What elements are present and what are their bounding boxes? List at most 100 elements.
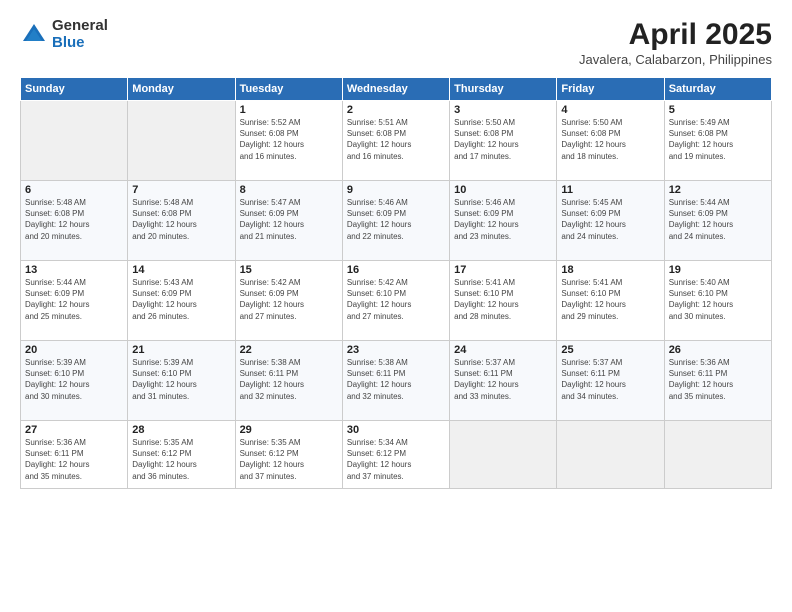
table-cell: 23Sunrise: 5:38 AM Sunset: 6:11 PM Dayli… [342,341,449,421]
day-number: 21 [132,344,230,356]
title-block: April 2025 Javalera, Calabarzon, Philipp… [579,18,772,67]
header: General Blue April 2025 Javalera, Calaba… [20,18,772,67]
calendar-header-row: Sunday Monday Tuesday Wednesday Thursday… [21,78,772,101]
table-cell: 10Sunrise: 5:46 AM Sunset: 6:09 PM Dayli… [450,181,557,261]
day-number: 12 [669,184,767,196]
logo-general: General [52,18,108,35]
table-cell: 24Sunrise: 5:37 AM Sunset: 6:11 PM Dayli… [450,341,557,421]
col-monday: Monday [128,78,235,101]
day-number: 27 [25,424,123,436]
table-cell: 7Sunrise: 5:48 AM Sunset: 6:08 PM Daylig… [128,181,235,261]
table-cell: 6Sunrise: 5:48 AM Sunset: 6:08 PM Daylig… [21,181,128,261]
table-cell: 25Sunrise: 5:37 AM Sunset: 6:11 PM Dayli… [557,341,664,421]
table-cell: 5Sunrise: 5:49 AM Sunset: 6:08 PM Daylig… [664,101,771,181]
day-info: Sunrise: 5:35 AM Sunset: 6:12 PM Dayligh… [132,437,230,482]
day-info: Sunrise: 5:41 AM Sunset: 6:10 PM Dayligh… [454,277,552,322]
day-info: Sunrise: 5:45 AM Sunset: 6:09 PM Dayligh… [561,197,659,242]
table-cell: 29Sunrise: 5:35 AM Sunset: 6:12 PM Dayli… [235,421,342,489]
col-sunday: Sunday [21,78,128,101]
day-number: 1 [240,104,338,116]
table-cell [128,101,235,181]
table-cell: 15Sunrise: 5:42 AM Sunset: 6:09 PM Dayli… [235,261,342,341]
day-info: Sunrise: 5:34 AM Sunset: 6:12 PM Dayligh… [347,437,445,482]
table-cell [664,421,771,489]
day-info: Sunrise: 5:37 AM Sunset: 6:11 PM Dayligh… [561,357,659,402]
table-cell [557,421,664,489]
table-cell: 9Sunrise: 5:46 AM Sunset: 6:09 PM Daylig… [342,181,449,261]
day-info: Sunrise: 5:46 AM Sunset: 6:09 PM Dayligh… [347,197,445,242]
day-number: 8 [240,184,338,196]
day-number: 14 [132,264,230,276]
day-info: Sunrise: 5:39 AM Sunset: 6:10 PM Dayligh… [25,357,123,402]
day-number: 22 [240,344,338,356]
day-number: 16 [347,264,445,276]
table-cell: 8Sunrise: 5:47 AM Sunset: 6:09 PM Daylig… [235,181,342,261]
day-info: Sunrise: 5:36 AM Sunset: 6:11 PM Dayligh… [669,357,767,402]
day-info: Sunrise: 5:42 AM Sunset: 6:09 PM Dayligh… [240,277,338,322]
day-info: Sunrise: 5:48 AM Sunset: 6:08 PM Dayligh… [132,197,230,242]
day-info: Sunrise: 5:37 AM Sunset: 6:11 PM Dayligh… [454,357,552,402]
day-number: 4 [561,104,659,116]
day-number: 30 [347,424,445,436]
day-number: 19 [669,264,767,276]
day-number: 6 [25,184,123,196]
day-number: 20 [25,344,123,356]
day-number: 11 [561,184,659,196]
table-cell: 12Sunrise: 5:44 AM Sunset: 6:09 PM Dayli… [664,181,771,261]
table-cell: 21Sunrise: 5:39 AM Sunset: 6:10 PM Dayli… [128,341,235,421]
day-info: Sunrise: 5:44 AM Sunset: 6:09 PM Dayligh… [669,197,767,242]
location: Javalera, Calabarzon, Philippines [579,52,772,67]
table-cell: 1Sunrise: 5:52 AM Sunset: 6:08 PM Daylig… [235,101,342,181]
day-info: Sunrise: 5:38 AM Sunset: 6:11 PM Dayligh… [240,357,338,402]
day-info: Sunrise: 5:43 AM Sunset: 6:09 PM Dayligh… [132,277,230,322]
table-cell [21,101,128,181]
day-number: 28 [132,424,230,436]
table-cell: 26Sunrise: 5:36 AM Sunset: 6:11 PM Dayli… [664,341,771,421]
table-cell: 19Sunrise: 5:40 AM Sunset: 6:10 PM Dayli… [664,261,771,341]
day-info: Sunrise: 5:49 AM Sunset: 6:08 PM Dayligh… [669,117,767,162]
table-cell: 3Sunrise: 5:50 AM Sunset: 6:08 PM Daylig… [450,101,557,181]
table-cell [450,421,557,489]
day-info: Sunrise: 5:38 AM Sunset: 6:11 PM Dayligh… [347,357,445,402]
table-cell: 22Sunrise: 5:38 AM Sunset: 6:11 PM Dayli… [235,341,342,421]
page: General Blue April 2025 Javalera, Calaba… [0,0,792,612]
col-thursday: Thursday [450,78,557,101]
logo-blue: Blue [52,35,108,52]
table-cell: 11Sunrise: 5:45 AM Sunset: 6:09 PM Dayli… [557,181,664,261]
table-cell: 13Sunrise: 5:44 AM Sunset: 6:09 PM Dayli… [21,261,128,341]
day-number: 29 [240,424,338,436]
table-cell: 20Sunrise: 5:39 AM Sunset: 6:10 PM Dayli… [21,341,128,421]
day-info: Sunrise: 5:39 AM Sunset: 6:10 PM Dayligh… [132,357,230,402]
col-saturday: Saturday [664,78,771,101]
day-number: 10 [454,184,552,196]
day-number: 26 [669,344,767,356]
table-cell: 30Sunrise: 5:34 AM Sunset: 6:12 PM Dayli… [342,421,449,489]
day-info: Sunrise: 5:47 AM Sunset: 6:09 PM Dayligh… [240,197,338,242]
table-cell: 27Sunrise: 5:36 AM Sunset: 6:11 PM Dayli… [21,421,128,489]
calendar: Sunday Monday Tuesday Wednesday Thursday… [20,77,772,489]
logo-text: General Blue [52,18,108,51]
day-number: 3 [454,104,552,116]
day-number: 7 [132,184,230,196]
day-info: Sunrise: 5:36 AM Sunset: 6:11 PM Dayligh… [25,437,123,482]
day-number: 25 [561,344,659,356]
table-cell: 4Sunrise: 5:50 AM Sunset: 6:08 PM Daylig… [557,101,664,181]
day-info: Sunrise: 5:50 AM Sunset: 6:08 PM Dayligh… [561,117,659,162]
day-info: Sunrise: 5:48 AM Sunset: 6:08 PM Dayligh… [25,197,123,242]
day-info: Sunrise: 5:44 AM Sunset: 6:09 PM Dayligh… [25,277,123,322]
table-cell: 2Sunrise: 5:51 AM Sunset: 6:08 PM Daylig… [342,101,449,181]
table-cell: 18Sunrise: 5:41 AM Sunset: 6:10 PM Dayli… [557,261,664,341]
col-wednesday: Wednesday [342,78,449,101]
col-tuesday: Tuesday [235,78,342,101]
day-info: Sunrise: 5:46 AM Sunset: 6:09 PM Dayligh… [454,197,552,242]
day-info: Sunrise: 5:50 AM Sunset: 6:08 PM Dayligh… [454,117,552,162]
day-info: Sunrise: 5:42 AM Sunset: 6:10 PM Dayligh… [347,277,445,322]
day-info: Sunrise: 5:35 AM Sunset: 6:12 PM Dayligh… [240,437,338,482]
month-title: April 2025 [579,18,772,52]
table-cell: 28Sunrise: 5:35 AM Sunset: 6:12 PM Dayli… [128,421,235,489]
day-number: 15 [240,264,338,276]
table-cell: 17Sunrise: 5:41 AM Sunset: 6:10 PM Dayli… [450,261,557,341]
day-info: Sunrise: 5:40 AM Sunset: 6:10 PM Dayligh… [669,277,767,322]
logo: General Blue [20,18,108,51]
day-number: 13 [25,264,123,276]
